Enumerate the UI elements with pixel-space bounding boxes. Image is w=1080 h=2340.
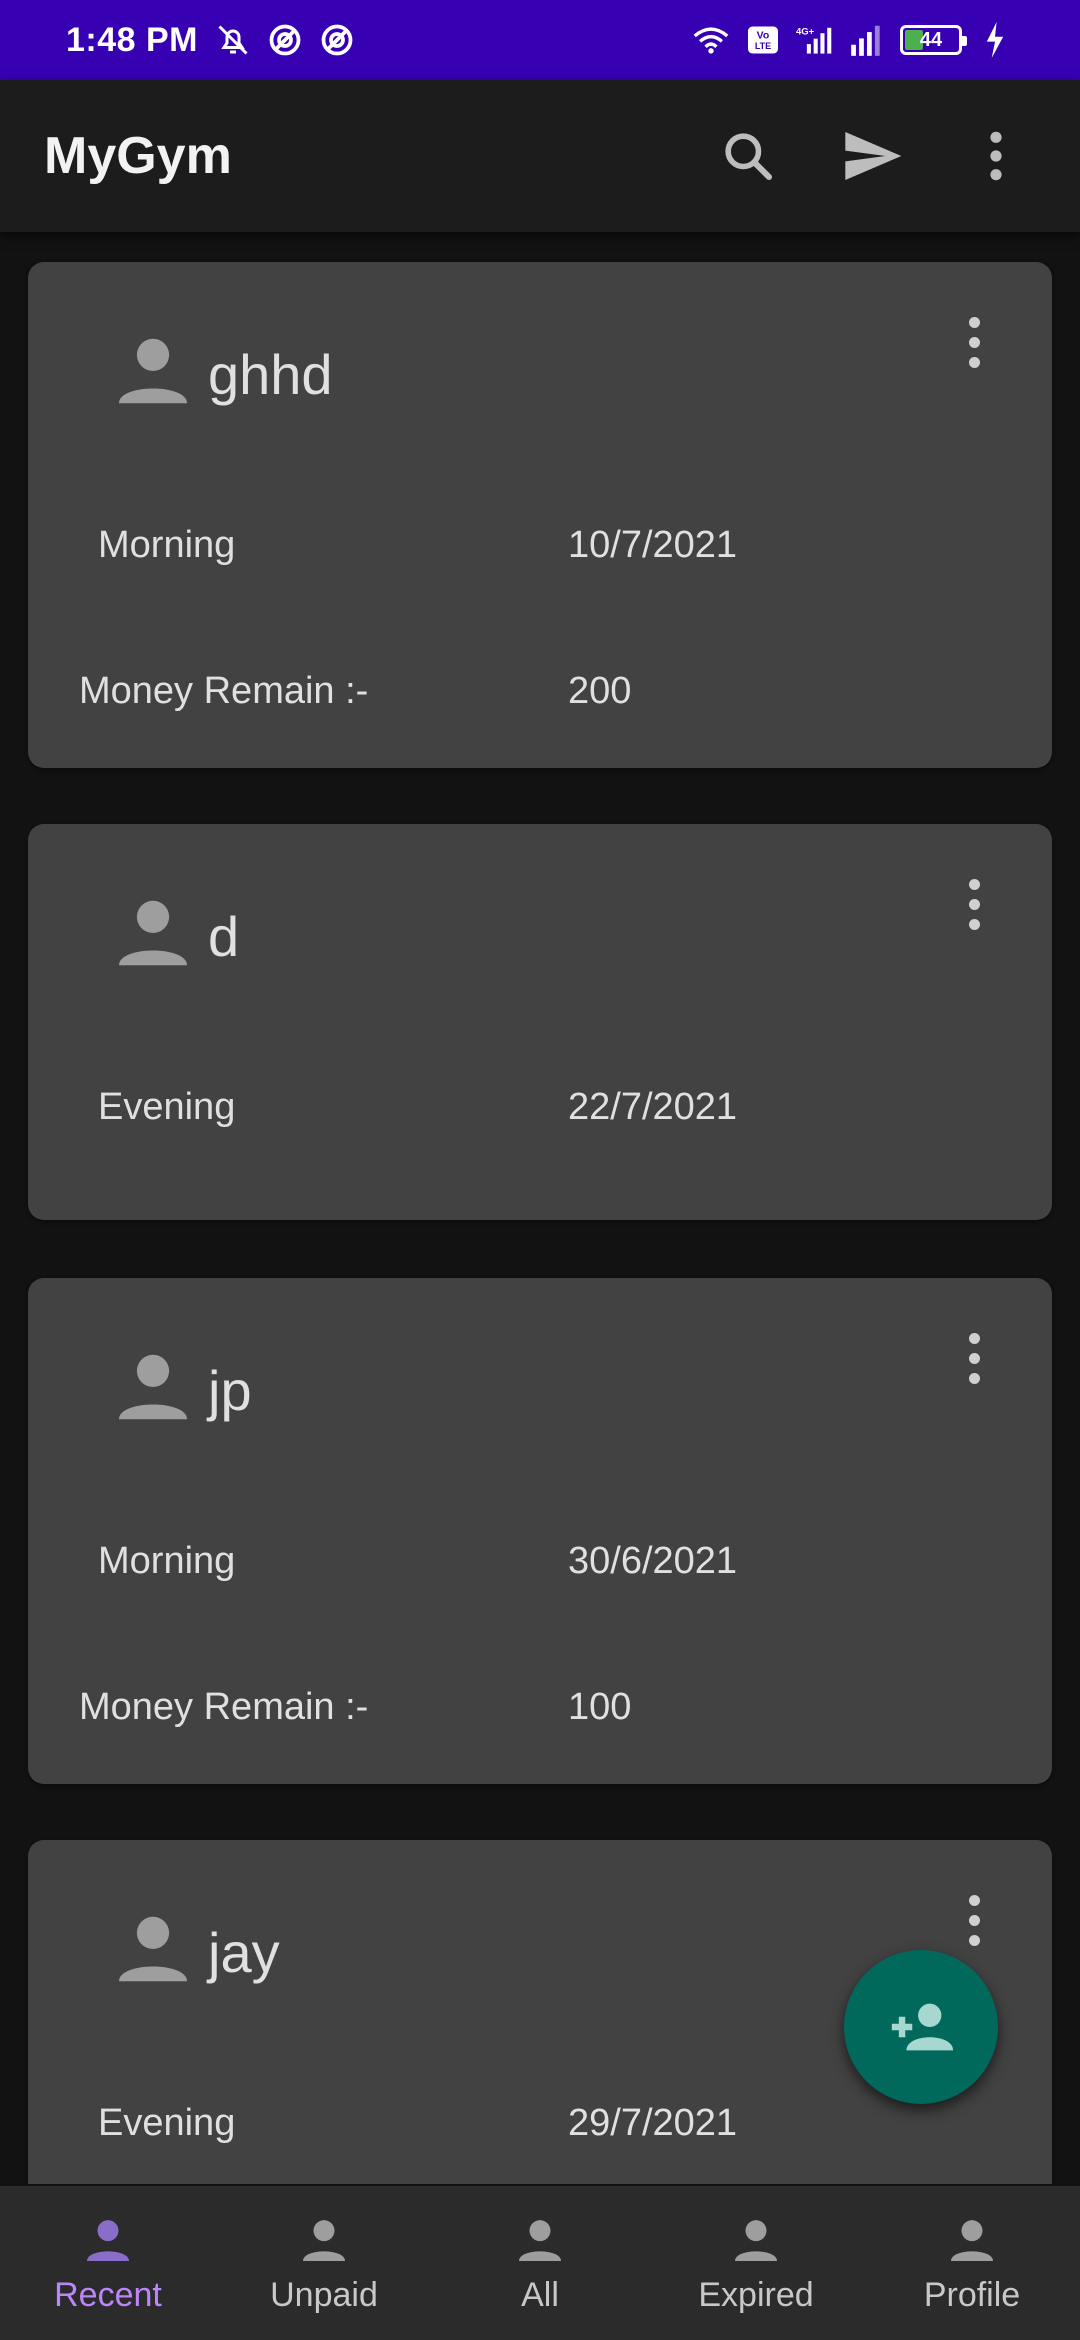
more-vert-icon — [990, 131, 1002, 181]
focus-icon — [318, 21, 356, 59]
nav-label: Expired — [698, 2276, 814, 2314]
card-menu-button[interactable] — [950, 312, 998, 372]
member-date: 10/7/2021 — [568, 524, 738, 566]
member-list[interactable]: ghhd Morning 10/7/2021 Money Remain :- 2… — [0, 232, 1080, 2184]
signal-icon: 4G+ — [796, 21, 834, 59]
nav-label: Recent — [54, 2276, 162, 2314]
card-menu-button[interactable] — [950, 1890, 998, 1950]
nav-expired[interactable]: Expired — [648, 2186, 864, 2340]
status-bar: 1:48 PM Vo LTE 4G+ 44 — [0, 0, 1080, 80]
bottom-navigation: Recent Unpaid All Expired Profile — [0, 2186, 1080, 2340]
member-card[interactable]: d Evening 22/7/2021 — [28, 824, 1052, 1220]
card-menu-button[interactable] — [950, 874, 998, 934]
more-vert-icon — [968, 878, 980, 890]
status-time: 1:48 PM — [66, 20, 198, 59]
nav-label: All — [521, 2276, 559, 2314]
add-member-fab[interactable] — [844, 1950, 998, 2104]
person-icon — [118, 338, 188, 404]
person-icon — [303, 2220, 345, 2261]
person-icon — [87, 2220, 129, 2261]
svg-text:LTE: LTE — [755, 41, 771, 51]
nav-unpaid[interactable]: Unpaid — [216, 2186, 432, 2340]
person-icon — [951, 2220, 993, 2261]
app-title: MyGym — [44, 127, 232, 185]
search-icon — [725, 133, 773, 181]
volte-icon: Vo LTE — [744, 21, 782, 59]
nav-label: Profile — [923, 2276, 1021, 2314]
member-date: 30/6/2021 — [568, 1540, 738, 1582]
member-shift: Morning — [98, 1540, 236, 1582]
member-card[interactable]: ghhd Morning 10/7/2021 Money Remain :- 2… — [28, 262, 1052, 768]
member-date: 29/7/2021 — [568, 2102, 738, 2144]
member-name: d — [208, 905, 240, 968]
member-date: 22/7/2021 — [568, 1086, 738, 1128]
person-icon — [118, 1354, 188, 1420]
more-vert-icon — [968, 1332, 980, 1344]
add-person-icon — [891, 2003, 954, 2051]
charging-icon — [976, 21, 1014, 59]
money-remain-label: Money Remain :- — [79, 670, 369, 712]
nav-recent[interactable]: Recent — [0, 2186, 216, 2340]
mute-icon — [214, 21, 252, 59]
card-menu-button[interactable] — [950, 1328, 998, 1388]
member-name: jay — [208, 1921, 280, 1984]
wifi-icon — [692, 21, 730, 59]
battery-level: 44 — [919, 28, 943, 51]
person-icon — [118, 900, 188, 966]
focus-icon — [266, 21, 304, 59]
member-shift: Morning — [98, 524, 236, 566]
member-name: ghhd — [208, 343, 333, 406]
nav-label: Unpaid — [270, 2276, 378, 2314]
member-shift: Evening — [98, 1086, 236, 1128]
member-shift: Evening — [98, 2102, 236, 2144]
member-name: jp — [208, 1359, 252, 1422]
person-icon — [118, 1916, 188, 1982]
svg-text:Vo: Vo — [757, 30, 770, 42]
signal-icon — [848, 21, 886, 59]
person-icon — [735, 2220, 777, 2261]
more-vert-icon — [968, 1894, 980, 1906]
nav-all[interactable]: All — [432, 2186, 648, 2340]
money-remain-label: Money Remain :- — [79, 1686, 369, 1728]
money-remain-value: 100 — [568, 1686, 632, 1728]
battery-icon: 44 — [900, 25, 967, 55]
svg-text:4G+: 4G+ — [796, 27, 815, 38]
nav-profile[interactable]: Profile — [864, 2186, 1080, 2340]
member-card[interactable]: jp Morning 30/6/2021 Money Remain :- 100 — [28, 1278, 1052, 1784]
app-bar: MyGym — [0, 80, 1080, 232]
more-vert-icon — [968, 316, 980, 328]
search-button[interactable] — [708, 116, 788, 196]
person-icon — [519, 2220, 561, 2261]
send-button[interactable] — [832, 116, 912, 196]
overflow-menu-button[interactable] — [956, 116, 1036, 196]
money-remain-value: 200 — [568, 670, 632, 712]
send-icon — [845, 132, 902, 180]
